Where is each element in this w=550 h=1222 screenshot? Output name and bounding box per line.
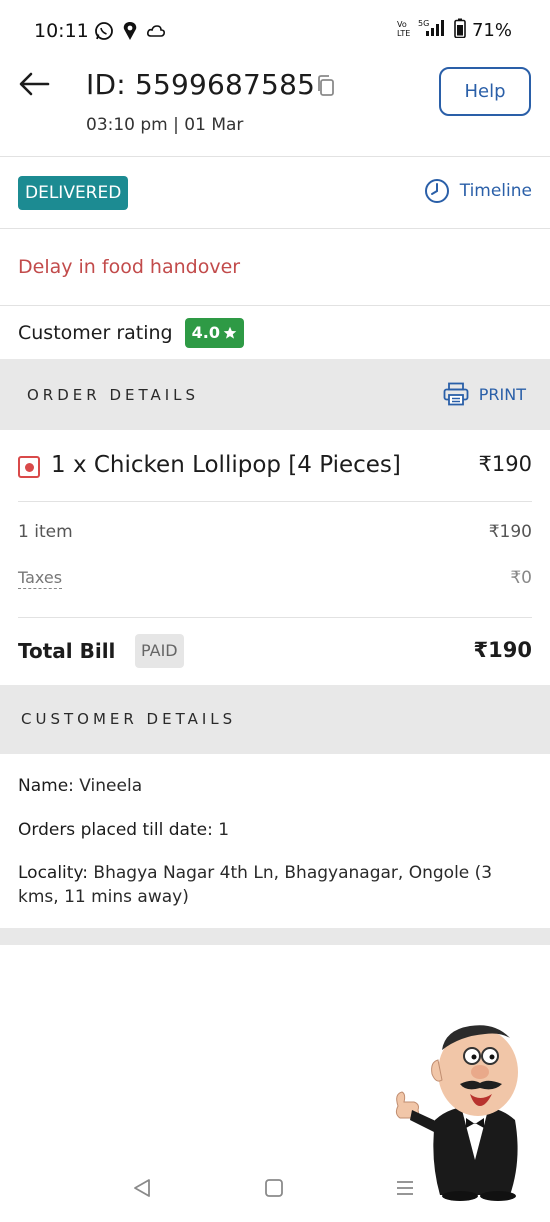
print-button[interactable]: PRINT — [443, 382, 526, 406]
order-details-header: ORDER DETAILS PRINT — [0, 359, 550, 430]
item-count-label: 1 item — [18, 522, 73, 542]
rating-badge: 4.0 — [184, 318, 244, 348]
nav-home-button[interactable] — [260, 1174, 288, 1202]
divider — [18, 617, 532, 618]
customer-rating: Customer rating 4.0 — [18, 318, 244, 348]
total-value: ₹190 — [473, 638, 532, 662]
order-time: 03:10 pm | 01 Mar — [86, 115, 244, 135]
order-header: ID: 5599687585 03:10 pm | 01 Mar Help — [0, 62, 550, 156]
item-price: ₹190 — [478, 452, 532, 476]
customer-locality-key: Locality: — [18, 863, 89, 883]
customer-details-title: CUSTOMER DETAILS — [21, 710, 237, 728]
total-label: Total Bill — [18, 639, 116, 663]
status-time: 10:11 — [34, 20, 89, 42]
order-item: 1 x Chicken Lollipop [4 Pieces] ₹190 — [18, 450, 532, 484]
rating-label: Customer rating — [18, 322, 173, 344]
square-home-icon — [265, 1179, 283, 1197]
delay-text: Delay in food handover — [18, 256, 241, 278]
divider — [0, 228, 550, 229]
system-nav-bar — [0, 1160, 550, 1216]
whatsapp-icon — [94, 21, 114, 45]
location-icon — [122, 21, 138, 45]
section-separator — [0, 928, 550, 945]
customer-name-key: Name: — [18, 776, 74, 796]
status-icons-left — [94, 21, 166, 45]
svg-text:5G: 5G — [418, 19, 429, 28]
5g-signal-icon: 5G — [418, 18, 448, 42]
rating-value: 4.0 — [191, 323, 220, 342]
customer-orders: Orders placed till date: 1 — [18, 818, 532, 842]
status-bar: 10:11 Vo LTE 5G 71% — [0, 0, 550, 62]
nav-menu-button[interactable] — [391, 1174, 419, 1202]
svg-text:Vo: Vo — [397, 20, 407, 29]
nav-back-button[interactable] — [128, 1174, 156, 1202]
cloud-icon — [146, 23, 166, 43]
menu-lines-icon — [397, 1181, 413, 1195]
status-icons-right: Vo LTE 5G 71% — [396, 18, 512, 42]
total-row: Total Bill PAID ₹190 — [18, 634, 532, 668]
status-badge: DELIVERED — [18, 176, 129, 210]
copy-icon[interactable] — [314, 74, 338, 98]
timeline-link[interactable]: Timeline — [424, 178, 532, 204]
customer-locality-value: Bhagya Nagar 4th Ln, Bhagyanagar, Ongole… — [18, 863, 493, 907]
item-name: 1 x Chicken Lollipop [4 Pieces] — [51, 452, 401, 478]
printer-icon — [443, 382, 469, 406]
clock-icon — [424, 179, 449, 203]
customer-name-value: Vineela — [79, 776, 143, 796]
timeline-label: Timeline — [459, 181, 532, 201]
help-button[interactable]: Help — [439, 67, 531, 116]
taxes-label[interactable]: Taxes — [18, 568, 63, 589]
volte-icon: Vo LTE — [396, 18, 412, 42]
divider — [0, 156, 550, 157]
print-label: PRINT — [478, 384, 526, 404]
divider — [0, 305, 550, 306]
star-icon — [223, 326, 237, 339]
subtotal-value: ₹190 — [488, 522, 532, 542]
paid-badge: PAID — [135, 634, 184, 668]
taxes-row: Taxes ₹0 — [18, 568, 532, 594]
order-details-title: ORDER DETAILS — [27, 386, 200, 404]
triangle-back-icon — [134, 1179, 150, 1197]
order-id: ID: 5599687585 — [86, 68, 316, 101]
non-veg-icon — [18, 456, 40, 478]
customer-orders-key: Orders placed till date: — [18, 820, 213, 840]
customer-name: Name: Vineela — [18, 774, 532, 798]
customer-details-header: CUSTOMER DETAILS — [0, 685, 550, 754]
customer-locality: Locality: Bhagya Nagar 4th Ln, Bhagyanag… — [18, 861, 532, 909]
battery-percent: 71% — [471, 19, 512, 41]
taxes-value: ₹0 — [510, 568, 532, 588]
customer-orders-value: 1 — [218, 820, 230, 840]
divider — [18, 501, 532, 502]
battery-icon — [454, 18, 466, 42]
arrow-left-icon — [19, 72, 50, 96]
svg-text:LTE: LTE — [397, 29, 410, 38]
back-button[interactable] — [16, 66, 52, 102]
subtotal-row: 1 item ₹190 — [18, 522, 532, 548]
